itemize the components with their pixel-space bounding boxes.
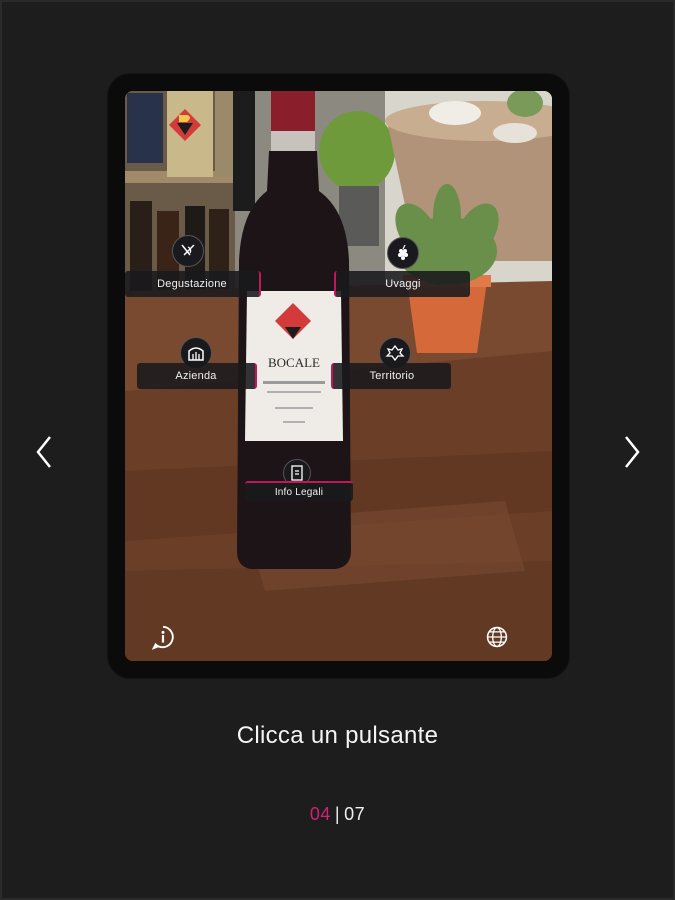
pager-current: 04 xyxy=(309,804,331,824)
chevron-right-icon[interactable] xyxy=(620,432,644,472)
page-indicator: 04 | 07 xyxy=(0,804,675,825)
ar-camera-view: BOCALE Degustazione Uvaggi Azienda Terri… xyxy=(125,91,552,661)
globe-icon[interactable] xyxy=(483,623,511,651)
wine-glass-icon[interactable] xyxy=(172,235,204,267)
chevron-left-icon[interactable] xyxy=(32,432,56,472)
pager-separator: | xyxy=(334,804,341,824)
info-icon[interactable] xyxy=(149,623,177,651)
degustazione-button[interactable]: Degustazione xyxy=(125,271,261,297)
tablet-device: BOCALE Degustazione Uvaggi Azienda Terri… xyxy=(108,74,569,678)
info-legali-button[interactable]: Info Legali xyxy=(245,481,353,501)
bocale-logo-icon xyxy=(165,105,205,145)
uvaggi-button[interactable]: Uvaggi xyxy=(334,271,470,297)
bottle-brand-label: BOCALE xyxy=(268,355,320,370)
azienda-button[interactable]: Azienda xyxy=(137,363,257,389)
instruction-caption: Clicca un pulsante xyxy=(236,722,439,749)
grapes-icon[interactable] xyxy=(387,237,419,269)
pager-total: 07 xyxy=(344,804,366,824)
territorio-button[interactable]: Territorio xyxy=(331,363,451,389)
